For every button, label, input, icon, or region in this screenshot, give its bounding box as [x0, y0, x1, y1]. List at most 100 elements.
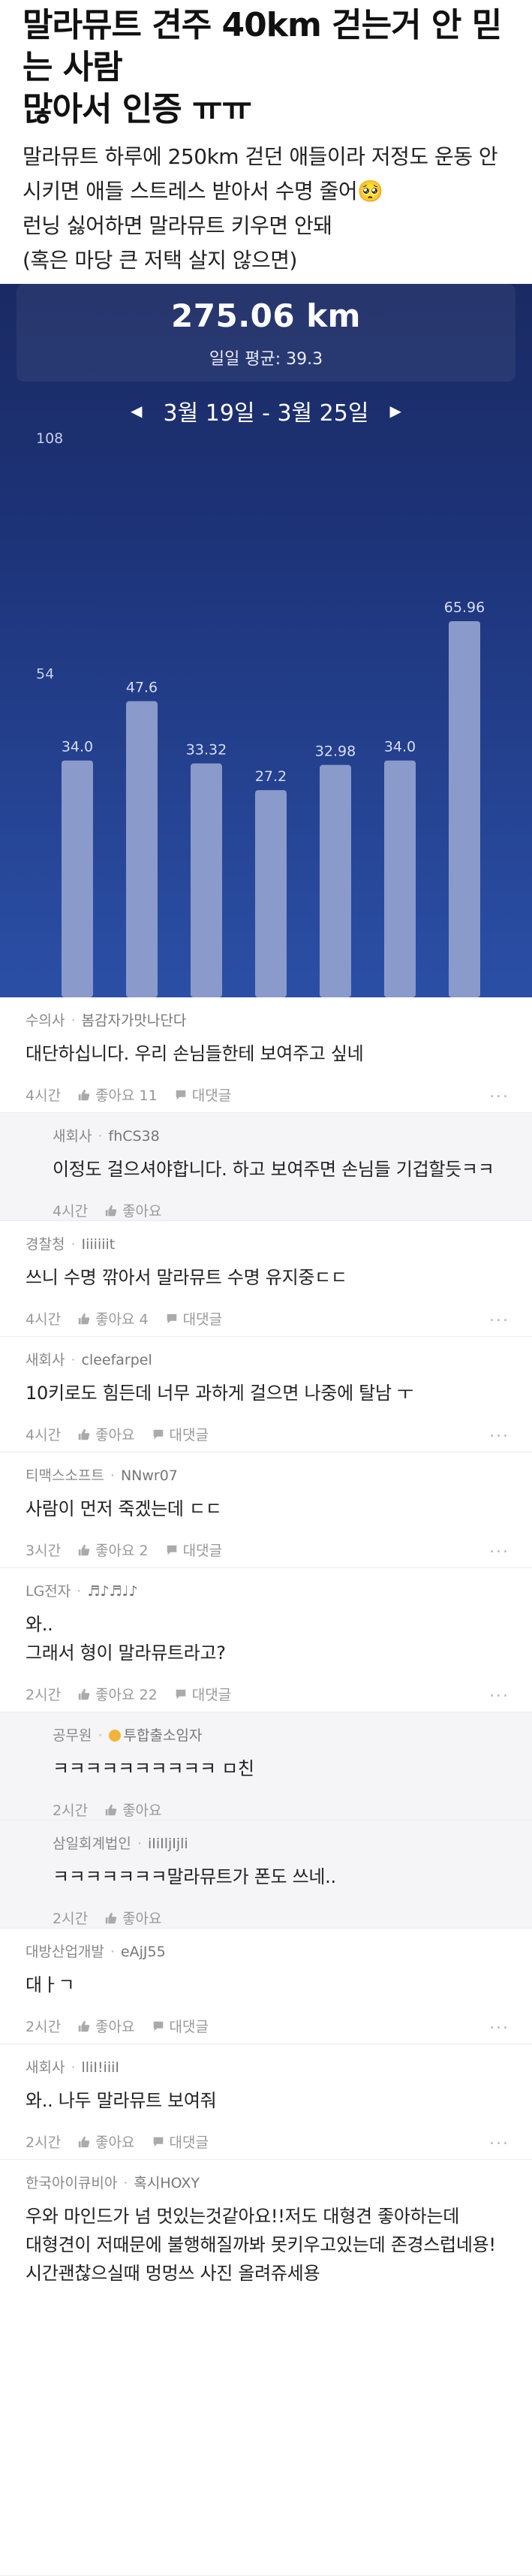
comment-author[interactable]: 삼일회계법인 · iIiIljIjli	[53, 1832, 188, 1853]
post-body-line: 런닝 싫어하면 말라뮤트 키우면 안돼	[23, 213, 332, 238]
comment-text-line: 그래서 형이 말라뮤트라고?	[26, 1642, 226, 1664]
separator-dot: ·	[123, 2175, 128, 2191]
author-company: 수의사	[26, 1012, 65, 1029]
like-label: 좋아요 11	[95, 1087, 158, 1104]
post-title-line-1: 말라뮤트 견주 40km 걷는거 안 믿는 사람	[23, 6, 502, 86]
comment-text: 이정도 걸으셔야합니다. 하고 보여주면 손님들 기겁할듯ㅋㅋ	[53, 1155, 494, 1184]
more-options-icon[interactable]: ...	[489, 1422, 509, 1441]
chart-bar[interactable]	[320, 765, 351, 997]
comment-author[interactable]: 새회사 · fhCS38	[53, 1125, 160, 1145]
comment-author[interactable]: 티맥스소프트 · NNwr07	[26, 1464, 178, 1485]
comment-author[interactable]: 새회사 · lliI!iiiI	[26, 2056, 119, 2077]
author-nickname: fhCS38	[108, 1128, 160, 1145]
bar-value-label: 33.32	[186, 742, 227, 759]
comment-item: 한국아이큐비아 · 혹시HOXY 우와 마인드가 넘 멋있는것같아요!!저도 대형견 …	[0, 2160, 532, 2576]
author-company: 새회사	[26, 1352, 65, 1368]
thumbs-up-icon	[77, 1543, 91, 1557]
comment-text-line: 대ㅏㄱ	[26, 1974, 75, 1995]
like-button[interactable]: 좋아요	[77, 2016, 135, 2036]
comment-item: 수의사 · 봄감자가맛나단다 대단하십니다. 우리 손님들한테 보여주고 싶네 4시간 좋…	[0, 997, 532, 1113]
author-company: 대방산업개발	[26, 1944, 104, 1960]
like-button[interactable]: 좋아요	[77, 1424, 135, 1444]
comment-text-line: 사람이 먼저 죽겠는데 ㄷㄷ	[26, 1498, 222, 1519]
comment-actions: 4시간 좋아요 대댓글	[26, 1424, 209, 1444]
bar-value-label: 32.98	[315, 744, 356, 760]
reply-button[interactable]: 대댓글	[165, 1308, 222, 1329]
post-body-line: (혹은 마당 큰 저택 살지 않으면)	[23, 248, 297, 273]
separator-dot: ·	[110, 1944, 115, 1960]
reply-label: 대댓글	[191, 1087, 232, 1104]
more-options-icon[interactable]: ...	[489, 1307, 509, 1326]
like-button[interactable]: 좋아요	[104, 1908, 162, 1928]
like-label: 좋아요	[122, 1802, 162, 1819]
chat-bubble-icon	[152, 2135, 165, 2149]
separator-dot: ·	[137, 1835, 142, 1852]
chart-bar[interactable]	[384, 760, 416, 997]
comment-author[interactable]: 수의사 · 봄감자가맛나단다	[26, 1009, 186, 1030]
comment-item: 경찰청 · Iiiiiiit 쓰니 수명 깎아서 말라뮤트 수명 유지중ㄷㄷ 4시간 좋아…	[0, 1221, 532, 1337]
activity-chart-panel: 275.06 km 일일 평균: 39.3 ◀ 3월 19일 - 3월 25일 …	[0, 284, 532, 997]
reply-button[interactable]: 대댓글	[174, 1684, 231, 1704]
badge-icon	[108, 1730, 121, 1742]
comment-author[interactable]: 대방산업개발 · eAjJ55	[26, 1941, 166, 1961]
chart-bar[interactable]	[62, 760, 93, 997]
like-button[interactable]: 좋아요	[77, 2131, 135, 2152]
like-button[interactable]: 좋아요 22	[77, 1684, 158, 1704]
reply-button[interactable]: 대댓글	[152, 1424, 209, 1444]
reply-button[interactable]: 대댓글	[152, 2131, 209, 2152]
like-button[interactable]: 좋아요 2	[77, 1540, 149, 1560]
author-nickname: 혹시HOXY	[134, 2175, 200, 2191]
author-company: 한국아이큐비아	[26, 2175, 118, 2191]
thumbs-up-icon	[104, 1803, 118, 1817]
post-body: 말라뮤트 하루에 250km 걷던 애들이라 저정도 운동 안 시키면 애들 스…	[23, 140, 509, 278]
like-label: 좋아요	[95, 2019, 135, 2035]
like-label: 좋아요 4	[95, 1311, 149, 1328]
like-button[interactable]: 좋아요 4	[77, 1308, 149, 1329]
reply-button[interactable]: 대댓글	[174, 1084, 231, 1105]
separator-dot: ·	[110, 1467, 115, 1484]
comment-author[interactable]: 한국아이큐비아 · 혹시HOXY	[26, 2172, 200, 2192]
comment-text: 10키로도 힘든데 너무 과하게 걸으면 나중에 탈남 ㅜ	[26, 1379, 413, 1407]
y-tick-label: 54	[36, 666, 54, 683]
author-nickname: iIiIljIjli	[147, 1835, 188, 1852]
author-company: 티맥스소프트	[26, 1467, 104, 1484]
more-options-icon[interactable]: ...	[489, 2130, 509, 2149]
chart-bar[interactable]	[126, 701, 158, 997]
like-label: 좋아요	[95, 2134, 135, 2151]
like-button[interactable]: 좋아요	[104, 1799, 162, 1820]
y-tick-label: 108	[36, 430, 63, 447]
comment-actions: 2시간 좋아요 22 대댓글	[26, 1684, 231, 1704]
comment-item: 티맥스소프트 · NNwr07 사람이 먼저 죽겠는데 ㄷㄷ 3시간 좋아요 2 대댓글..…	[0, 1452, 532, 1568]
bar-value-label: 34.0	[384, 739, 416, 756]
comment-text-line: 대단하십니다. 우리 손님들한테 보여주고 싶네	[26, 1043, 364, 1064]
more-options-icon[interactable]: ...	[489, 2014, 509, 2033]
comment-text-line: ㅋㅋㅋㅋㅋㅋㅋ말라뮤트가 폰도 쓰네..	[53, 1866, 336, 1887]
more-options-icon[interactable]: ...	[489, 1083, 509, 1102]
comment-text: ㅋㅋㅋㅋㅋㅋㅋㅋㅋㅋ ㅁ친	[53, 1754, 254, 1783]
like-button[interactable]: 좋아요	[104, 1200, 162, 1220]
comment-actions: 2시간 좋아요	[53, 1908, 162, 1928]
bar-value-label: 47.6	[126, 680, 158, 696]
chart-bar[interactable]	[255, 790, 287, 997]
like-label: 좋아요 22	[95, 1687, 158, 1703]
reply-button[interactable]: 대댓글	[165, 1540, 222, 1560]
comment-time: 2시간	[53, 1911, 89, 1927]
chart-bar[interactable]	[449, 621, 480, 997]
comment-author[interactable]: 경찰청 · Iiiiiiit	[26, 1233, 115, 1253]
like-label: 좋아요	[122, 1203, 162, 1220]
separator-dot: ·	[98, 1128, 103, 1145]
chart-bar[interactable]	[191, 763, 222, 997]
comment-author[interactable]: 공무원 · 투합출소임자	[53, 1724, 202, 1745]
comment-author[interactable]: 새회사 · cleefarpel	[26, 1349, 152, 1369]
thumbs-up-icon	[104, 1911, 118, 1925]
like-button[interactable]: 좋아요 11	[77, 1084, 158, 1105]
comment-text: 대ㅏㄱ	[26, 1971, 75, 1999]
thumbs-up-icon	[77, 2135, 91, 2149]
comment-author[interactable]: LG전자 · ♬♪♬♩♪	[26, 1580, 138, 1600]
more-options-icon[interactable]: ...	[489, 1538, 509, 1557]
reply-button[interactable]: 대댓글	[152, 2016, 209, 2036]
more-options-icon[interactable]: ...	[489, 1682, 509, 1701]
bar-chart: 108 54 34.0 47.6 33.32 27.2 32.98 34.0 65.96	[36, 430, 485, 997]
thumbs-up-icon	[77, 1688, 91, 1701]
reply-label: 대댓글	[191, 1687, 232, 1703]
